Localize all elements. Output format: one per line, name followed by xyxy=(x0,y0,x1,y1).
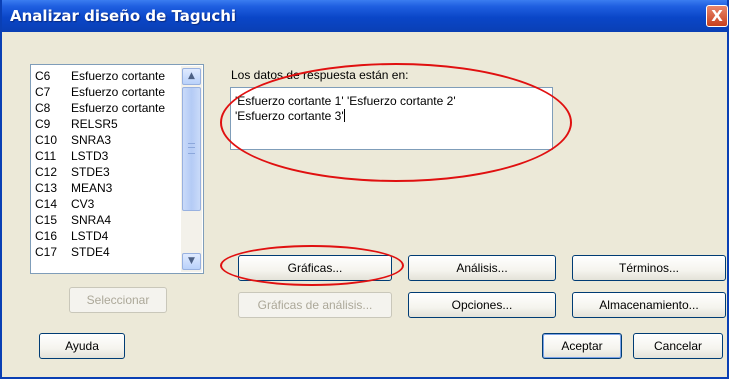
graphs-button[interactable]: Gráficas... xyxy=(238,255,392,281)
scroll-thumb[interactable] xyxy=(182,87,201,211)
response-line-2: 'Esfuerzo cortante 3' xyxy=(235,109,345,123)
title-bar: Analizar diseño de Taguchi X xyxy=(2,0,728,32)
text-caret xyxy=(343,109,345,122)
grip-icon xyxy=(188,143,195,154)
analysis-graphs-button[interactable]: Gráficas de análisis... xyxy=(238,292,392,318)
response-columns-field[interactable]: 'Esfuerzo cortante 1' 'Esfuerzo cortante… xyxy=(230,87,553,150)
scroll-up-button[interactable]: ▲ xyxy=(182,68,201,85)
column-list[interactable]: C6 Esfuerzo cortante C7 Esfuerzo cortante … xyxy=(30,64,204,274)
close-button[interactable]: X xyxy=(706,5,728,27)
scroll-down-button[interactable]: ▼ xyxy=(182,253,201,270)
select-button[interactable]: Seleccionar xyxy=(69,287,167,313)
response-label: Los datos de respuesta están en: xyxy=(231,68,409,82)
response-line-1: 'Esfuerzo cortante 1' 'Esfuerzo cortante… xyxy=(235,94,456,108)
taguchi-dialog: Analizar diseño de Taguchi X C6 Esfuerzo … xyxy=(0,0,729,379)
cancel-button[interactable]: Cancelar xyxy=(633,333,723,359)
help-button[interactable]: Ayuda xyxy=(39,333,125,359)
storage-button[interactable]: Almacenamiento... xyxy=(572,292,726,318)
ok-button[interactable]: Aceptar xyxy=(542,333,622,359)
analysis-button[interactable]: Análisis... xyxy=(408,255,556,281)
chevron-up-icon: ▲ xyxy=(188,71,195,81)
close-icon: X xyxy=(711,7,723,25)
dialog-title: Analizar diseño de Taguchi xyxy=(10,7,237,25)
chevron-down-icon: ▼ xyxy=(188,256,195,266)
options-button[interactable]: Opciones... xyxy=(408,292,556,318)
column-list-scrollbar[interactable]: ▲ ▼ xyxy=(181,66,202,272)
terms-button[interactable]: Términos... xyxy=(572,255,726,281)
